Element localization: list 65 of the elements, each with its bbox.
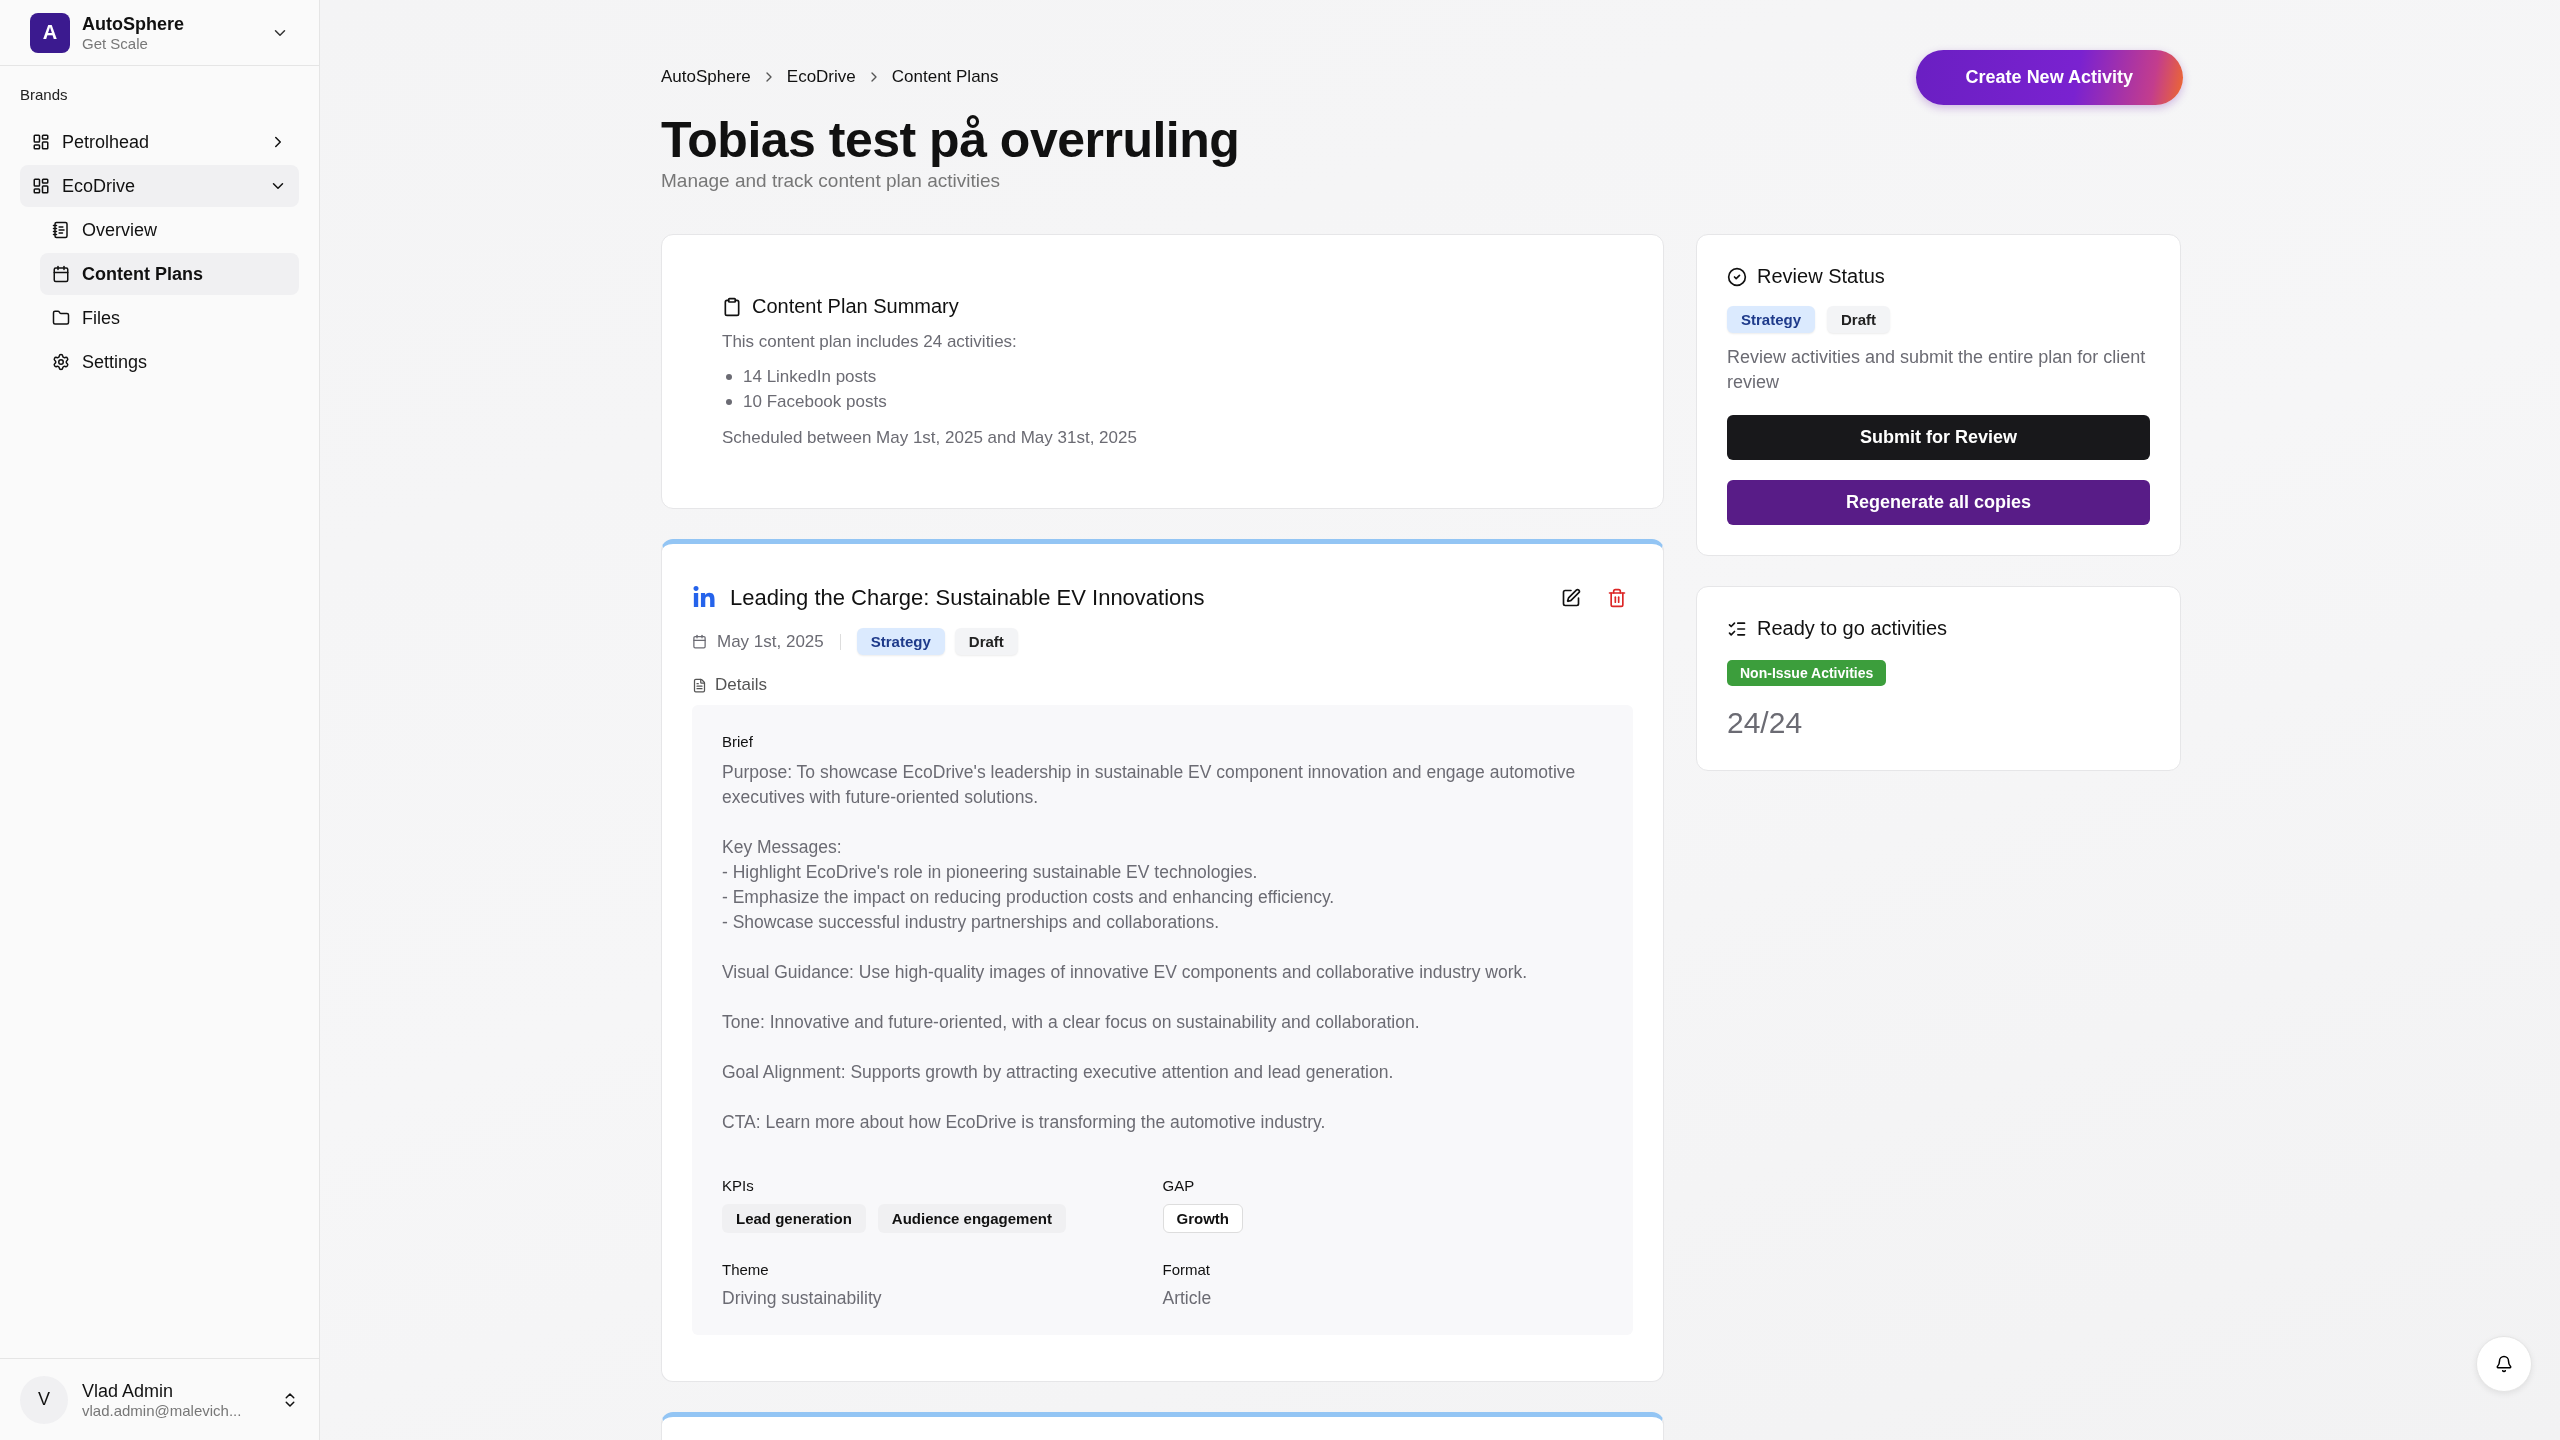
nav-item[interactable]: Files xyxy=(40,297,299,339)
summary-intro: This content plan includes 24 activities: xyxy=(722,332,1018,352)
grid-icon xyxy=(32,133,50,151)
tag: Strategy xyxy=(856,628,945,655)
card-title: Review Status xyxy=(1757,265,1885,288)
summary-schedule: Scheduled between May 1st, 2025 and May 31st, 2025 xyxy=(722,428,1138,448)
nav-icon xyxy=(52,353,70,371)
kpi-chip: Audience engagement xyxy=(877,1204,1066,1233)
field-label: Brief xyxy=(722,733,754,750)
tag: Strategy xyxy=(1727,306,1816,333)
card-title: Ready to go activities xyxy=(1757,617,1948,640)
status-badge: Non-Issue Activities xyxy=(1727,660,1887,686)
bell-icon xyxy=(2495,1355,2513,1373)
brand-item[interactable]: EcoDrive xyxy=(20,165,299,207)
summary-item: 14 LinkedIn posts xyxy=(743,366,877,388)
breadcrumb-link[interactable]: AutoSphere xyxy=(661,67,751,87)
tag: Draft xyxy=(954,628,1018,655)
breadcrumb-link[interactable]: Content Plans xyxy=(891,67,999,87)
field-label: GAP xyxy=(1162,1177,1196,1194)
calendar-icon xyxy=(692,634,707,649)
org-name: AutoSphere xyxy=(82,13,185,35)
field-label: KPIs xyxy=(722,1177,755,1194)
brief-text: Purpose: To showcase EcoDrive's leadership in sustainable EV component innovation and engage automotive executives with future-oriented solutions. Key Messages: - Highlight EcoDrive's role in pioneering sustainable EV technologies. - Emphasize the impact on reducing production costs and enhancing efficiency. - Showcase successful industry partnerships and collaborations. Visual Guidance: Use high-quality images of innovative EV components and collaborative industry work. Tone: Innovative and future-oriented, with a clear focus on sustainability and collaboration. Goal Alignment: Supports growth by attracting executive attention and lead generation. CTA: Learn more about how EcoDrive is transforming the automotive industry. xyxy=(722,761,1577,1134)
bullet-dot-icon xyxy=(726,373,732,380)
notifications-button[interactable] xyxy=(2476,1336,2532,1392)
field-label: Theme xyxy=(722,1261,770,1278)
org-logo: A xyxy=(30,12,70,53)
nav-icon xyxy=(52,309,70,327)
trash-icon xyxy=(1607,588,1627,608)
regenerate-button[interactable]: Regenerate all copies xyxy=(1727,480,2150,525)
activity-date: May 1st, 2025 xyxy=(717,631,824,652)
org-plan: Get Scale xyxy=(82,34,149,52)
nav-item[interactable]: Settings xyxy=(40,341,299,383)
user-avatar: V xyxy=(20,1375,68,1424)
grid-icon xyxy=(32,177,50,195)
field-value: Article xyxy=(1162,1288,1213,1309)
submit-review-button[interactable]: Submit for Review xyxy=(1727,415,2150,460)
page-title: Tobias test på overruling xyxy=(661,113,1241,168)
nav-item[interactable]: Content Plans xyxy=(40,253,299,295)
create-activity-button[interactable]: Create New Activity xyxy=(1915,50,2183,105)
bullet-dot-icon xyxy=(726,398,732,405)
user-email: vlad.admin@malevich... xyxy=(82,1401,243,1419)
activity-title: Leading the Charge: Sustainable EV Innovations xyxy=(730,585,1206,611)
check-circle-icon xyxy=(1727,266,1747,287)
field-value: Driving sustainability xyxy=(722,1288,883,1309)
nav-icon xyxy=(52,265,70,283)
nav-item[interactable]: Overview xyxy=(40,209,299,251)
clipboard-icon xyxy=(722,296,742,317)
section-label: Brands xyxy=(19,85,69,105)
details-label: Details xyxy=(715,675,767,695)
user-name: Vlad Admin xyxy=(82,1380,175,1402)
summary-item: 10 Facebook posts xyxy=(743,391,887,413)
pencil-icon xyxy=(1561,588,1581,608)
brand-item[interactable]: Petrolhead xyxy=(20,121,299,163)
breadcrumb-link[interactable]: EcoDrive xyxy=(786,67,856,87)
page-subtitle: Manage and track content plan activities xyxy=(661,170,1002,192)
kpi-chip: Lead generation xyxy=(722,1204,866,1233)
nav-icon xyxy=(52,221,70,239)
field-label: Format xyxy=(1162,1261,1211,1278)
activity-count: 24/24 xyxy=(1727,706,1804,740)
gap-chip: Growth xyxy=(1162,1204,1243,1233)
tag: Draft xyxy=(1827,306,1891,333)
card-title: Content Plan Summary xyxy=(752,295,959,318)
review-description: Review activities and submit the entire plan for client review xyxy=(1727,346,2147,394)
document-icon xyxy=(692,677,707,693)
